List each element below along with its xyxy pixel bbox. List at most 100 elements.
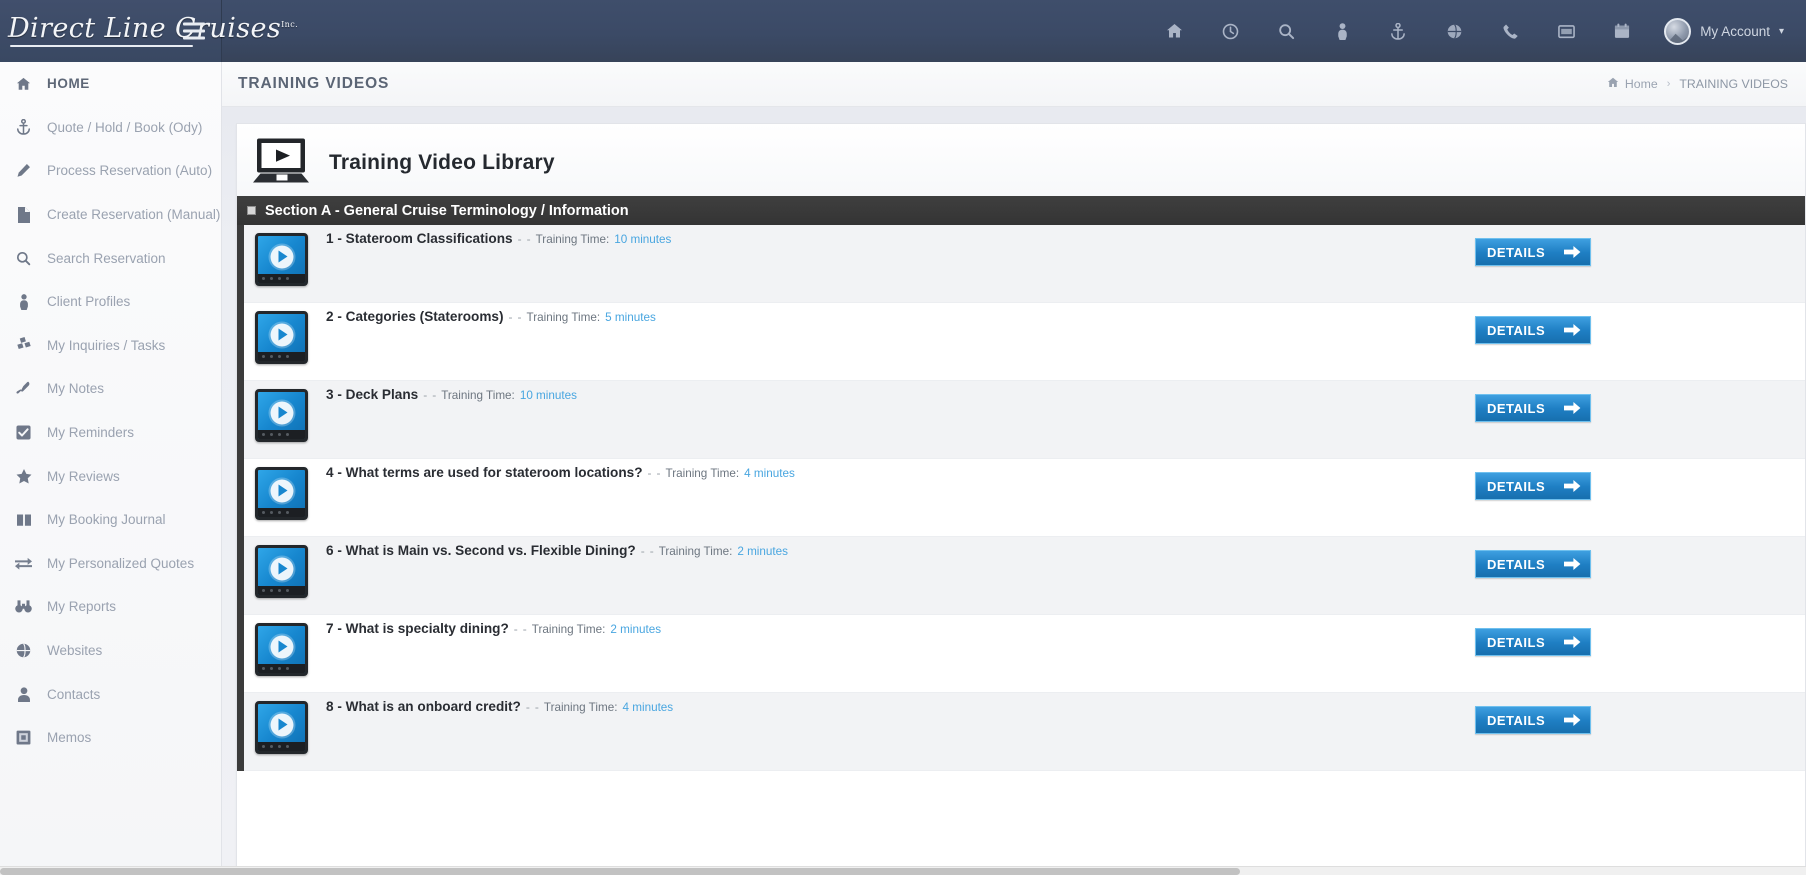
sidebar-item-memos[interactable]: Memos	[0, 716, 221, 760]
breadcrumb-home[interactable]: Home	[1607, 77, 1658, 91]
star-icon	[14, 468, 33, 484]
video-title[interactable]: 3 - Deck Plans	[326, 387, 418, 402]
sidebar-item-my-notes[interactable]: My Notes	[0, 367, 221, 411]
laptop-play-icon	[251, 137, 313, 190]
dash: -	[432, 388, 437, 402]
video-thumbnail[interactable]	[255, 233, 308, 286]
page-title: TRAINING VIDEOS	[238, 75, 390, 92]
details-button[interactable]: DETAILS	[1475, 550, 1591, 578]
details-label: DETAILS	[1487, 556, 1546, 572]
account-menu[interactable]: My Account ▾	[1664, 17, 1788, 45]
square-bullet-icon	[247, 206, 256, 215]
search-icon[interactable]	[1258, 0, 1314, 62]
anchor-icon[interactable]	[1370, 0, 1426, 62]
video-title[interactable]: 7 - What is specialty dining?	[326, 621, 509, 636]
video-title[interactable]: 8 - What is an onboard credit?	[326, 699, 521, 714]
play-icon	[270, 401, 293, 425]
dash: -	[534, 700, 539, 714]
sidebar-item-websites[interactable]: Websites	[0, 629, 221, 673]
logo[interactable]: Direct Line CruisesInc.	[8, 15, 298, 47]
video-thumbnail[interactable]	[255, 389, 308, 442]
training-time-label: Training Time:	[658, 545, 733, 558]
training-time-value: 2 minutes	[610, 623, 662, 636]
video-info: 6 - What is Main vs. Second vs. Flexible…	[308, 537, 1475, 558]
video-row[interactable]: 6 - What is Main vs. Second vs. Flexible…	[244, 537, 1805, 615]
phone-icon[interactable]	[1482, 0, 1538, 62]
calendar-icon[interactable]	[1594, 0, 1650, 62]
sidebar[interactable]: HOME Quote / Hold / Book (Ody) Process R…	[0, 62, 222, 875]
dash: -	[647, 466, 652, 480]
sidebar-item-quote-hold-book[interactable]: Quote / Hold / Book (Ody)	[0, 106, 221, 150]
user-icon	[14, 687, 33, 702]
home-icon[interactable]	[1146, 0, 1202, 62]
page-header: TRAINING VIDEOS Home › TRAINING VIDEOS	[222, 62, 1806, 107]
video-title[interactable]: 4 - What terms are used for stateroom lo…	[326, 465, 643, 480]
globe-icon[interactable]	[1426, 0, 1482, 62]
envelope-icon[interactable]	[1538, 0, 1594, 62]
sidebar-item-contacts[interactable]: Contacts	[0, 672, 221, 716]
sidebar-item-my-inquiries-tasks[interactable]: My Inquiries / Tasks	[0, 324, 221, 368]
play-icon	[270, 713, 293, 737]
dash: -	[522, 622, 527, 636]
sidebar-item-my-booking-journal[interactable]: My Booking Journal	[0, 498, 221, 542]
details-button[interactable]: DETAILS	[1475, 316, 1591, 344]
video-info: 7 - What is specialty dining? - - Traini…	[308, 615, 1475, 636]
video-title[interactable]: 1 - Stateroom Classifications	[326, 231, 513, 246]
hamburger-bar	[183, 29, 205, 33]
details-button[interactable]: DETAILS	[1475, 472, 1591, 500]
details-button[interactable]: DETAILS	[1475, 238, 1591, 266]
sidebar-item-home[interactable]: HOME	[0, 62, 221, 106]
sidebar-item-my-personalized-quotes[interactable]: My Personalized Quotes	[0, 542, 221, 586]
arrow-right-icon	[1564, 401, 1581, 415]
person-icon[interactable]	[1314, 0, 1370, 62]
video-title[interactable]: 6 - What is Main vs. Second vs. Flexible…	[326, 543, 636, 558]
hamburger-menu-icon[interactable]	[183, 22, 205, 40]
dash: -	[526, 232, 531, 246]
sidebar-item-my-reports[interactable]: My Reports	[0, 585, 221, 629]
details-cell: DETAILS	[1475, 537, 1805, 578]
details-label: DETAILS	[1487, 478, 1546, 494]
sidebar-item-label: Memos	[47, 730, 92, 746]
pencil-icon	[14, 163, 33, 178]
details-label: DETAILS	[1487, 400, 1546, 416]
binoculars-icon	[14, 599, 33, 614]
video-row[interactable]: 8 - What is an onboard credit? - - Train…	[244, 693, 1805, 771]
exchange-icon	[14, 556, 33, 570]
clock-icon[interactable]	[1202, 0, 1258, 62]
video-info: 1 - Stateroom Classifications - - Traini…	[308, 225, 1475, 246]
video-row[interactable]: 1 - Stateroom Classifications - - Traini…	[244, 225, 1805, 303]
video-title[interactable]: 2 - Categories (Staterooms)	[326, 309, 504, 324]
sidebar-item-label: My Reports	[47, 599, 117, 615]
video-info: 8 - What is an onboard credit? - - Train…	[308, 693, 1475, 714]
logo-trademark: Inc.	[281, 20, 299, 29]
video-thumbnail[interactable]	[255, 623, 308, 676]
training-time-value: 10 minutes	[519, 389, 577, 402]
details-button[interactable]: DETAILS	[1475, 706, 1591, 734]
video-row[interactable]: 7 - What is specialty dining? - - Traini…	[244, 615, 1805, 693]
sidebar-item-client-profiles[interactable]: Client Profiles	[0, 280, 221, 324]
video-row[interactable]: 3 - Deck Plans - - Training Time: 10 min…	[244, 381, 1805, 459]
video-thumbnail[interactable]	[255, 545, 308, 598]
section-header-a[interactable]: Section A - General Cruise Terminology /…	[237, 196, 1805, 225]
sidebar-item-my-reviews[interactable]: My Reviews	[0, 454, 221, 498]
details-button[interactable]: DETAILS	[1475, 394, 1591, 422]
sidebar-item-my-reminders[interactable]: My Reminders	[0, 411, 221, 455]
breadcrumb-current: TRAINING VIDEOS	[1679, 77, 1788, 91]
video-thumbnail[interactable]	[255, 701, 308, 754]
dash: -	[525, 700, 530, 714]
video-thumbnail[interactable]	[255, 467, 308, 520]
scrollbar-thumb[interactable]	[0, 868, 1240, 875]
video-thumbnail[interactable]	[255, 311, 308, 364]
details-button[interactable]: DETAILS	[1475, 628, 1591, 656]
sidebar-item-search-reservation[interactable]: Search Reservation	[0, 236, 221, 280]
video-info: 3 - Deck Plans - - Training Time: 10 min…	[308, 381, 1475, 402]
player-controls-strip	[262, 665, 301, 672]
horizontal-scrollbar[interactable]	[0, 866, 1806, 875]
sidebar-item-process-reservation[interactable]: Process Reservation (Auto)	[0, 149, 221, 193]
video-row[interactable]: 2 - Categories (Staterooms) - - Training…	[244, 303, 1805, 381]
home-icon	[1607, 77, 1619, 91]
video-row[interactable]: 4 - What terms are used for stateroom lo…	[244, 459, 1805, 537]
anchor-icon	[14, 119, 33, 136]
sidebar-item-create-reservation[interactable]: Create Reservation (Manual)	[0, 193, 221, 237]
breadcrumb-separator: ›	[1666, 78, 1671, 90]
